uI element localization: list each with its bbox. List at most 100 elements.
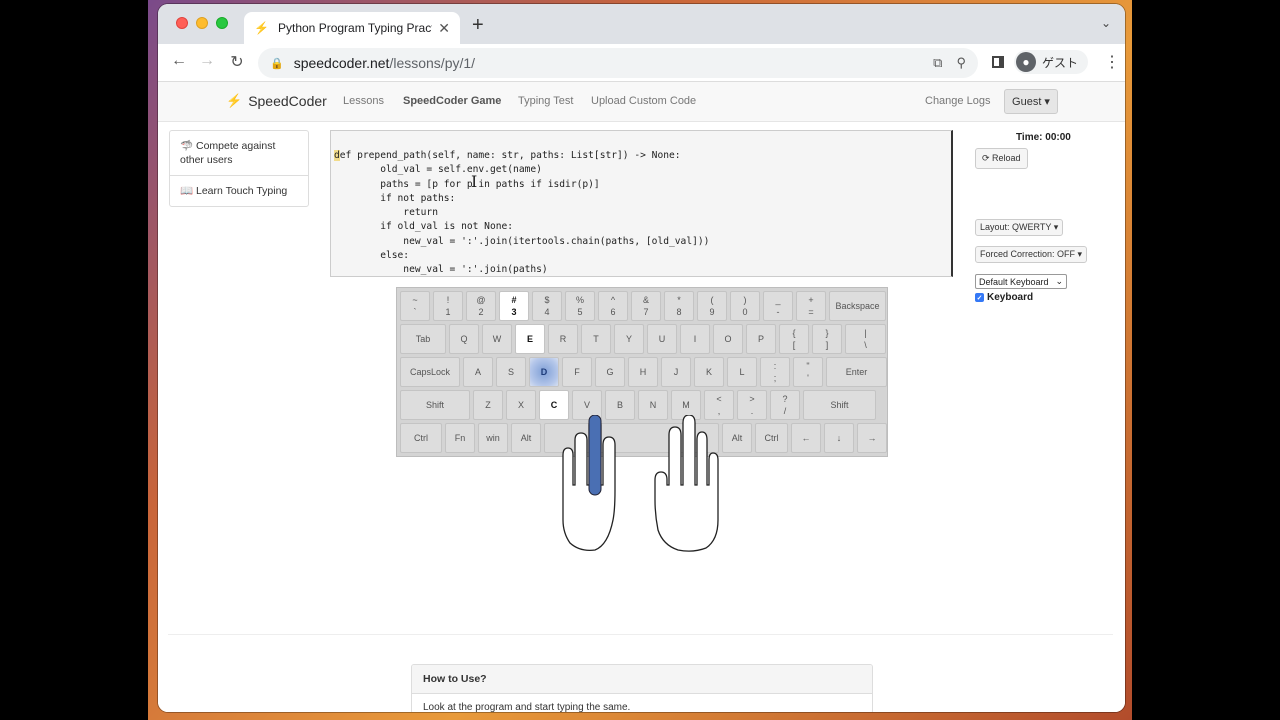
key-label-top: ~ (412, 295, 418, 305)
key-label: U (658, 334, 666, 344)
guest-dropdown[interactable]: Guest ▾ (1004, 89, 1058, 114)
key-label: R (559, 334, 567, 344)
key-3[interactable]: #3 (499, 291, 529, 321)
nav-upload[interactable]: Upload Custom Code (591, 95, 696, 107)
key-`[interactable]: ~ ` (400, 291, 430, 321)
key-6[interactable]: ^ 6 (598, 291, 628, 321)
key-[[interactable]: {[ (779, 324, 809, 354)
reload-button[interactable]: ⟳ Reload (975, 148, 1028, 169)
key-u[interactable]: U (647, 324, 677, 354)
zoom-window-button[interactable] (216, 17, 228, 29)
key-label: Enter (845, 367, 868, 377)
key-\[interactable]: | \ (845, 324, 886, 354)
key-9[interactable]: (9 (697, 291, 727, 321)
key-label-top: $ (544, 295, 550, 305)
key-8[interactable]: * 8 (664, 291, 694, 321)
translate-icon[interactable]: ⧉ (933, 55, 942, 71)
chevron-down-icon: ⌄ (1055, 276, 1063, 286)
address-bar[interactable]: 🔒 speedcoder.net/lessons/py/1/ ⧉ ⚲ (258, 48, 978, 78)
close-tab-icon[interactable]: ✕ (438, 20, 450, 37)
key-;[interactable]: :; (760, 357, 790, 387)
key-2[interactable]: @2 (466, 291, 496, 321)
back-arrow-icon[interactable]: ← (168, 52, 190, 70)
active-finger-highlight (588, 415, 602, 496)
side-panel-icon[interactable] (992, 56, 1004, 68)
key-label: Fn (454, 433, 466, 443)
key-=[interactable]: + = (796, 291, 826, 321)
key-label: V (583, 400, 590, 410)
keyboard-row: CapsLock A S D F G H J K L:; " ' Enter (400, 357, 890, 387)
key-a[interactable]: A (463, 357, 493, 387)
key-i[interactable]: I (680, 324, 710, 354)
key-x[interactable]: X (506, 390, 536, 420)
key-label-top: > (749, 394, 755, 404)
key-ctrl[interactable]: Ctrl (400, 423, 442, 453)
key-fn[interactable]: Fn (445, 423, 475, 453)
profile-button[interactable]: ● ゲスト (1014, 50, 1089, 74)
key-e[interactable]: E (515, 324, 545, 354)
avatar-icon: ● (1016, 52, 1036, 72)
key-capslock[interactable]: CapsLock (400, 357, 460, 387)
key-label: L (739, 367, 745, 377)
key-j[interactable]: J (661, 357, 691, 387)
key-win[interactable]: win (478, 423, 508, 453)
key-label: I (693, 334, 697, 344)
nav-game[interactable]: SpeedCoder Game (403, 95, 501, 107)
forward-arrow-icon[interactable]: → (196, 52, 218, 70)
key-p[interactable]: P (746, 324, 776, 354)
text-cursor-icon: I (471, 172, 478, 191)
brand-logo[interactable]: ⚡ SpeedCoder (226, 93, 327, 109)
keyboard-select[interactable]: Default Keyboard ⌄ (975, 274, 1067, 289)
keyboard-checkbox[interactable]: ✓ Keyboard (975, 292, 1033, 303)
forced-correction-dropdown[interactable]: Forced Correction: OFF ▾ (975, 246, 1088, 263)
key-'[interactable]: " ' (793, 357, 823, 387)
key-y[interactable]: Y (614, 324, 644, 354)
key-1[interactable]: ! 1 (433, 291, 463, 321)
menu-dots-icon[interactable]: ⋮ (1104, 52, 1120, 72)
nav-change-logs[interactable]: Change Logs (925, 95, 990, 107)
code-line: else: (334, 250, 410, 262)
chevron-down-icon[interactable]: ⌄ (1101, 16, 1111, 30)
nav-typing-test[interactable]: Typing Test (518, 95, 573, 107)
key-7[interactable]: & 7 (631, 291, 661, 321)
layout-dropdown[interactable]: Layout: QWERTY ▾ (975, 219, 1064, 236)
key-label-top: ? (782, 394, 788, 404)
browser-tab[interactable]: ⚡ Python Program Typing Practic ✕ (244, 12, 460, 44)
key-w[interactable]: W (482, 324, 512, 354)
key-o[interactable]: O (713, 324, 743, 354)
key-s[interactable]: S (496, 357, 526, 387)
new-tab-button[interactable]: + (472, 14, 484, 37)
key-h[interactable]: H (628, 357, 658, 387)
key-5[interactable]: % 5 (565, 291, 595, 321)
key-r[interactable]: R (548, 324, 578, 354)
minimize-window-button[interactable] (196, 17, 208, 29)
key-z[interactable]: Z (473, 390, 503, 420)
key-g[interactable]: G (595, 357, 625, 387)
key-backspace[interactable]: Backspace (829, 291, 886, 321)
key-q[interactable]: Q (449, 324, 479, 354)
key-alt[interactable]: Alt (511, 423, 541, 453)
how-to-panel: How to Use? Look at the program and star… (411, 664, 873, 712)
zoom-icon[interactable]: ⚲ (956, 55, 966, 71)
key-d[interactable]: D (529, 357, 559, 387)
code-editor[interactable]: def prepend_path(self, name: str, paths:… (330, 130, 953, 277)
key-][interactable]: }] (812, 324, 842, 354)
key-0[interactable]: ) 0 (730, 291, 760, 321)
key-enter[interactable]: Enter (826, 357, 887, 387)
key--[interactable]: _ - (763, 291, 793, 321)
close-window-button[interactable] (176, 17, 188, 29)
key-l[interactable]: L (727, 357, 757, 387)
key-label: C (550, 400, 558, 410)
reload-icon[interactable]: ↻ (226, 52, 248, 72)
sidebar-item-compete[interactable]: 🦈 Compete against other users (170, 131, 308, 176)
key-k[interactable]: K (694, 357, 724, 387)
key-label-bottom: 3 (511, 307, 517, 317)
key-4[interactable]: $4 (532, 291, 562, 321)
key-f[interactable]: F (562, 357, 592, 387)
key-shift[interactable]: Shift (400, 390, 470, 420)
key-t[interactable]: T (581, 324, 611, 354)
key-tab[interactable]: Tab (400, 324, 446, 354)
sidebar-item-learn[interactable]: 📖 Learn Touch Typing (170, 176, 308, 206)
nav-lessons[interactable]: Lessons (343, 95, 384, 107)
checkbox-check-icon[interactable]: ✓ (975, 293, 984, 302)
